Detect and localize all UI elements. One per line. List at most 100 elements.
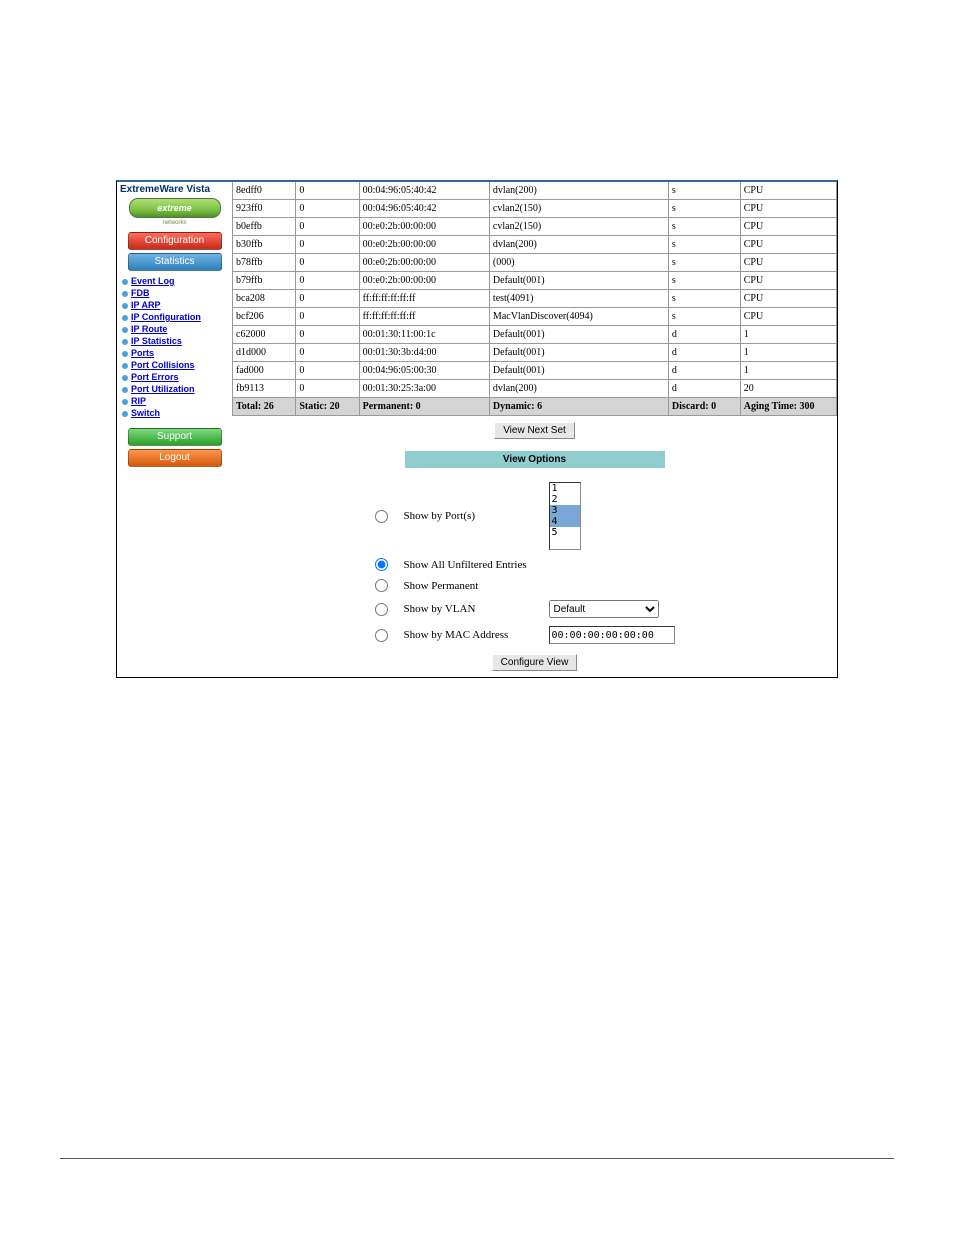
bullet-icon [122, 279, 128, 285]
mac-cell: 00:04:96:05:40:42 [359, 200, 489, 218]
vlan-cell: cvlan2(150) [489, 200, 668, 218]
nav-item-ip-route[interactable]: IP Route [120, 323, 229, 335]
hash-cell: b78ffb [233, 254, 296, 272]
flag-cell: s [668, 200, 740, 218]
vlan-cell: cvlan2(150) [489, 218, 668, 236]
col2-cell: 0 [296, 254, 359, 272]
port-list-select[interactable]: 12345 [549, 482, 581, 550]
summary-row: Total: 26Static: 20Permanent: 0Dynamic: … [233, 398, 837, 416]
mac-cell: 00:01:30:25:3a:00 [359, 380, 489, 398]
show-by-mac-radio[interactable] [375, 629, 388, 642]
show-by-vlan-label: Show by VLAN [404, 603, 539, 615]
vlan-select[interactable]: Default [549, 600, 659, 618]
port-option[interactable]: 4 [550, 516, 580, 527]
view-options: Show by Port(s) 12345 Show All Unfiltere… [375, 478, 695, 648]
flag-cell: s [668, 218, 740, 236]
summary-static: Static: 20 [296, 398, 359, 416]
show-permanent-radio[interactable] [375, 579, 388, 592]
nav-item-event-log[interactable]: Event Log [120, 275, 229, 287]
hash-cell: bca208 [233, 290, 296, 308]
mac-cell: 00:04:96:05:00:30 [359, 362, 489, 380]
col2-cell: 0 [296, 236, 359, 254]
col2-cell: 0 [296, 380, 359, 398]
flag-cell: s [668, 254, 740, 272]
nav-item-ports[interactable]: Ports [120, 347, 229, 359]
configure-view-button[interactable]: Configure View [492, 654, 578, 671]
nav-item-ip-configuration[interactable]: IP Configuration [120, 311, 229, 323]
flag-cell: s [668, 236, 740, 254]
show-all-radio[interactable] [375, 558, 388, 571]
summary-permanent: Permanent: 0 [359, 398, 489, 416]
mac-cell: 00:04:96:05:40:42 [359, 182, 489, 200]
support-button[interactable]: Support [128, 428, 222, 446]
show-by-mac-label: Show by MAC Address [404, 629, 539, 641]
table-row: b79ffb000:e0:2b:00:00:00Default(001)sCPU [233, 272, 837, 290]
port-cell: CPU [740, 236, 836, 254]
show-by-vlan-radio[interactable] [375, 603, 388, 616]
mac-address-input[interactable] [549, 626, 675, 644]
vlan-cell: Default(001) [489, 344, 668, 362]
hash-cell: b0effb [233, 218, 296, 236]
port-cell: CPU [740, 254, 836, 272]
bullet-icon [122, 363, 128, 369]
nav-item-ip-statistics[interactable]: IP Statistics [120, 335, 229, 347]
summary-dynamic: Dynamic: 6 [489, 398, 668, 416]
table-row: bca2080ff:ff:ff:ff:ff:fftest(4091)sCPU [233, 290, 837, 308]
port-cell: CPU [740, 290, 836, 308]
port-cell: CPU [740, 182, 836, 200]
col2-cell: 0 [296, 200, 359, 218]
brand-logo-sub: networks [120, 220, 229, 226]
table-row: 8edff0000:04:96:05:40:42dvlan(200)sCPU [233, 182, 837, 200]
bullet-icon [122, 351, 128, 357]
port-option[interactable]: 3 [550, 505, 580, 516]
mac-cell: 00:e0:2b:00:00:00 [359, 272, 489, 290]
nav-item-ip-arp[interactable]: IP ARP [120, 299, 229, 311]
sidebar: ExtremeWare Vista extreme networks Confi… [117, 182, 232, 677]
vlan-cell: Default(001) [489, 362, 668, 380]
nav-item-fdb[interactable]: FDB [120, 287, 229, 299]
brand-title: ExtremeWare Vista [120, 184, 229, 195]
nav-list: Event Log FDB IP ARP IP Configuration IP… [120, 275, 229, 419]
bullet-icon [122, 303, 128, 309]
table-row: bcf2060ff:ff:ff:ff:ff:ffMacVlanDiscover(… [233, 308, 837, 326]
table-row: fad000000:04:96:05:00:30Default(001)d1 [233, 362, 837, 380]
statistics-button[interactable]: Statistics [128, 253, 222, 271]
port-cell: CPU [740, 200, 836, 218]
nav-item-switch[interactable]: Switch [120, 407, 229, 419]
port-cell: CPU [740, 308, 836, 326]
table-row: b78ffb000:e0:2b:00:00:00(000)sCPU [233, 254, 837, 272]
mac-cell: ff:ff:ff:ff:ff:ff [359, 290, 489, 308]
col2-cell: 0 [296, 218, 359, 236]
col2-cell: 0 [296, 326, 359, 344]
port-option[interactable]: 2 [550, 494, 580, 505]
show-permanent-label: Show Permanent [404, 580, 479, 592]
bullet-icon [122, 291, 128, 297]
nav-item-port-utilization[interactable]: Port Utilization [120, 383, 229, 395]
bullet-icon [122, 339, 128, 345]
bullet-icon [122, 399, 128, 405]
vlan-cell: test(4091) [489, 290, 668, 308]
summary-aging: Aging Time: 300 [740, 398, 836, 416]
brand-logo: extreme [120, 198, 229, 218]
vlan-cell: (000) [489, 254, 668, 272]
port-cell: 1 [740, 326, 836, 344]
hash-cell: b30ffb [233, 236, 296, 254]
show-by-ports-radio[interactable] [375, 510, 388, 523]
logout-button[interactable]: Logout [128, 449, 222, 467]
mac-cell: 00:e0:2b:00:00:00 [359, 236, 489, 254]
nav-item-port-errors[interactable]: Port Errors [120, 371, 229, 383]
hash-cell: 8edff0 [233, 182, 296, 200]
vlan-cell: Default(001) [489, 326, 668, 344]
bullet-icon [122, 327, 128, 333]
flag-cell: s [668, 272, 740, 290]
table-row: c62000000:01:30:11:00:1cDefault(001)d1 [233, 326, 837, 344]
port-option[interactable]: 5 [550, 527, 580, 538]
view-next-set-button[interactable]: View Next Set [494, 422, 575, 439]
table-row: d1d000000:01:30:3b:d4:00Default(001)d1 [233, 344, 837, 362]
configuration-button[interactable]: Configuration [128, 232, 222, 250]
nav-item-port-collisions[interactable]: Port Collisions [120, 359, 229, 371]
vlan-cell: MacVlanDiscover(4094) [489, 308, 668, 326]
col2-cell: 0 [296, 308, 359, 326]
port-option[interactable]: 1 [550, 483, 580, 494]
nav-item-rip[interactable]: RIP [120, 395, 229, 407]
